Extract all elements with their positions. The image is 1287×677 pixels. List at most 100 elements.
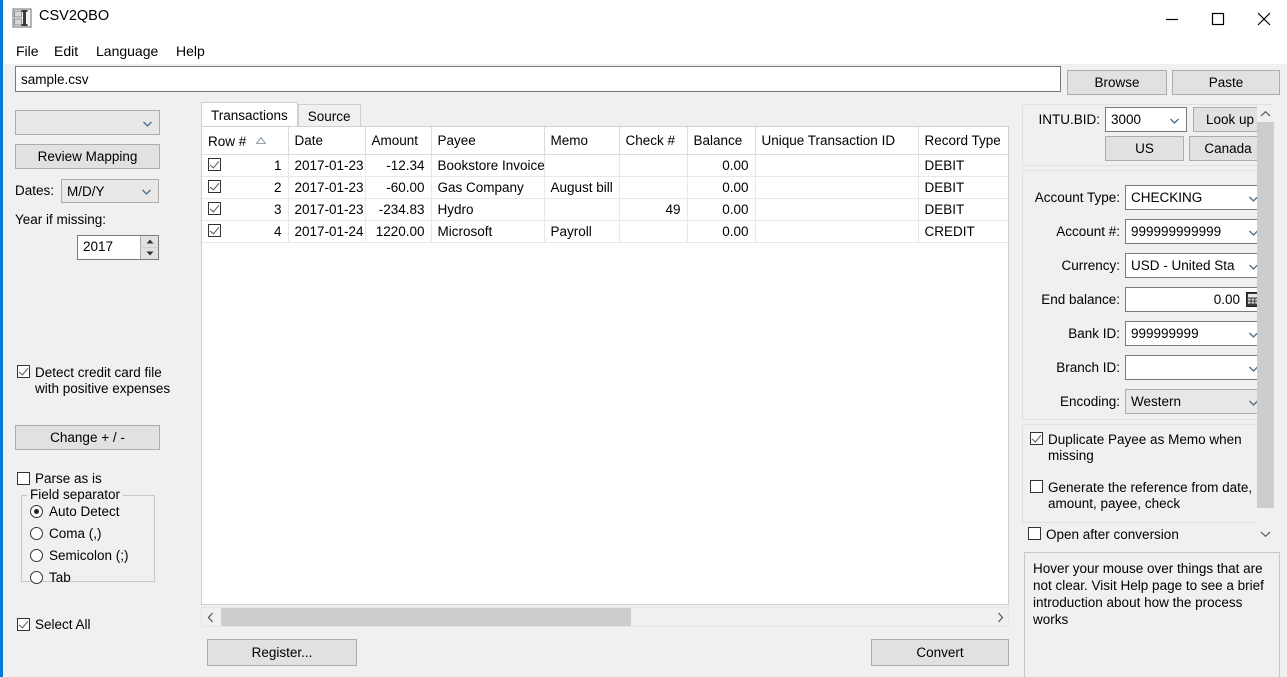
cell-payee: Gas Company (431, 176, 545, 199)
currency-combo[interactable]: USD - United Sta (1125, 253, 1266, 278)
cell-record-type: DEBIT (918, 176, 1008, 199)
parse-as-is-checkbox[interactable] (17, 472, 30, 485)
grid-horizontal-scrollbar[interactable] (201, 607, 1009, 627)
end-balance-field[interactable]: 0.00 (1125, 287, 1266, 312)
register-button[interactable]: Register... (207, 639, 357, 666)
select-all-checkbox[interactable] (17, 618, 30, 631)
radio-coma[interactable]: Coma (,) (30, 526, 102, 541)
radio-coma-label: Coma (,) (49, 526, 102, 541)
parse-as-is-row[interactable]: Parse as is (17, 471, 102, 486)
column-header-unique-transaction-id[interactable]: Unique Transaction ID (755, 127, 919, 155)
account-type-combo[interactable]: CHECKING (1125, 185, 1266, 210)
cell-balance: 0.00 (687, 220, 756, 243)
radio-coma-indicator[interactable] (30, 527, 43, 540)
open-after-conversion-checkbox[interactable] (1028, 527, 1041, 540)
scrollbar-track[interactable] (1257, 122, 1274, 525)
column-header-record-type[interactable]: Record Type (918, 127, 1008, 155)
right-panel-vertical-scrollbar[interactable] (1257, 105, 1274, 542)
change-sign-button[interactable]: Change + / - (15, 425, 160, 450)
minimize-icon[interactable] (1149, 0, 1195, 37)
scroll-up-icon[interactable] (1257, 105, 1274, 122)
scrollbar-thumb[interactable] (1257, 122, 1274, 508)
dates-combo-value: M/D/Y (67, 183, 105, 199)
detect-credit-card-checkbox[interactable] (17, 365, 30, 378)
column-header-date[interactable]: Date (288, 127, 366, 155)
dates-combo[interactable]: M/D/Y (61, 179, 159, 203)
cell-unique-transaction-id (755, 198, 919, 221)
table-header-row: Row # Date Amount Payee Memo Check # Bal… (202, 127, 1008, 155)
column-header-payee[interactable]: Payee (431, 127, 545, 155)
radio-tab[interactable]: Tab (30, 570, 71, 585)
table-row[interactable]: 3 2017-01-23 -234.83 Hydro 49 0.00 DEBIT (202, 198, 1008, 221)
duplicate-payee-checkbox[interactable] (1030, 432, 1043, 445)
row-select-cell[interactable]: 3 (202, 198, 289, 221)
menu-item-language[interactable]: Language (91, 41, 163, 61)
detect-credit-card-row[interactable]: Detect credit card file with positive ex… (17, 365, 177, 397)
column-header-check[interactable]: Check # (619, 127, 688, 155)
maximize-icon[interactable] (1195, 0, 1241, 37)
generate-reference-row[interactable]: Generate the reference from date, amount… (1030, 480, 1264, 512)
lookup-button[interactable]: Look up (1193, 107, 1267, 132)
field-separator-legend: Field separator (27, 487, 124, 502)
scrollbar-track[interactable] (219, 608, 991, 626)
radio-auto-detect-indicator[interactable] (30, 505, 43, 518)
spinner-up-icon[interactable] (140, 236, 158, 248)
paste-button[interactable]: Paste (1172, 70, 1280, 95)
encoding-combo[interactable]: Western (1125, 389, 1266, 414)
scroll-down-icon[interactable] (1257, 525, 1274, 542)
row-select-cell[interactable]: 1 (202, 154, 289, 177)
cell-amount: -60.00 (365, 176, 432, 199)
transactions-grid[interactable]: Row # Date Amount Payee Memo Check # Bal… (201, 126, 1009, 605)
row-select-checkbox[interactable] (208, 179, 221, 193)
menu-item-edit[interactable]: Edit (49, 41, 83, 61)
column-header-balance[interactable]: Balance (687, 127, 756, 155)
radio-semicolon[interactable]: Semicolon (;) (30, 548, 129, 563)
convert-button[interactable]: Convert (871, 639, 1009, 666)
canada-button[interactable]: Canada (1189, 136, 1267, 161)
row-number: 4 (273, 223, 282, 239)
cell-unique-transaction-id (755, 220, 919, 243)
close-icon[interactable] (1241, 0, 1287, 37)
branch-id-combo[interactable] (1125, 355, 1266, 380)
radio-auto-detect[interactable]: Auto Detect (30, 504, 120, 519)
intu-bid-combo[interactable]: 3000 (1105, 107, 1187, 132)
us-button[interactable]: US (1105, 136, 1184, 161)
select-all-row[interactable]: Select All (17, 617, 91, 632)
file-path-input[interactable] (15, 66, 1061, 92)
menu-item-help[interactable]: Help (171, 41, 210, 61)
row-select-checkbox[interactable] (208, 201, 221, 215)
scroll-left-icon[interactable] (202, 608, 219, 626)
mapping-combo[interactable] (15, 110, 160, 135)
row-select-cell[interactable]: 2 (202, 176, 289, 199)
column-header-row-number[interactable]: Row # (202, 127, 289, 155)
scrollbar-thumb[interactable] (221, 608, 631, 626)
row-select-checkbox[interactable] (208, 223, 221, 237)
radio-tab-indicator[interactable] (30, 571, 43, 584)
row-select-cell[interactable]: 4 (202, 220, 289, 243)
bank-id-combo[interactable]: 999999999 (1125, 321, 1266, 346)
browse-button[interactable]: Browse (1067, 70, 1167, 95)
chevron-down-icon (1169, 114, 1180, 125)
row-select-checkbox[interactable] (208, 157, 221, 171)
radio-semicolon-indicator[interactable] (30, 549, 43, 562)
account-number-combo[interactable]: 999999999999 (1125, 219, 1266, 244)
cell-balance: 0.00 (687, 198, 756, 221)
tab-source[interactable]: Source (297, 104, 361, 127)
duplicate-payee-row[interactable]: Duplicate Payee as Memo when missing (1030, 432, 1264, 464)
spinner-down-icon[interactable] (140, 248, 158, 259)
column-header-memo[interactable]: Memo (544, 127, 620, 155)
cell-check (619, 220, 688, 243)
column-header-amount[interactable]: Amount (365, 127, 432, 155)
radio-semicolon-label: Semicolon (;) (49, 548, 129, 563)
generate-reference-checkbox[interactable] (1030, 480, 1043, 493)
table-row[interactable]: 4 2017-01-24 1220.00 Microsoft Payroll 0… (202, 220, 1008, 243)
scroll-right-icon[interactable] (991, 608, 1008, 626)
open-after-conversion-row[interactable]: Open after conversion (1028, 527, 1179, 543)
table-row[interactable]: 1 2017-01-23 -12.34 Bookstore Invoice 0.… (202, 154, 1008, 177)
table-row[interactable]: 2 2017-01-23 -60.00 Gas Company August b… (202, 176, 1008, 199)
menu-item-file[interactable]: File (11, 41, 44, 61)
select-all-label: Select All (35, 617, 91, 632)
year-spinner[interactable]: 2017 (77, 235, 159, 260)
tab-transactions[interactable]: Transactions (201, 102, 298, 127)
review-mapping-button[interactable]: Review Mapping (15, 144, 160, 169)
